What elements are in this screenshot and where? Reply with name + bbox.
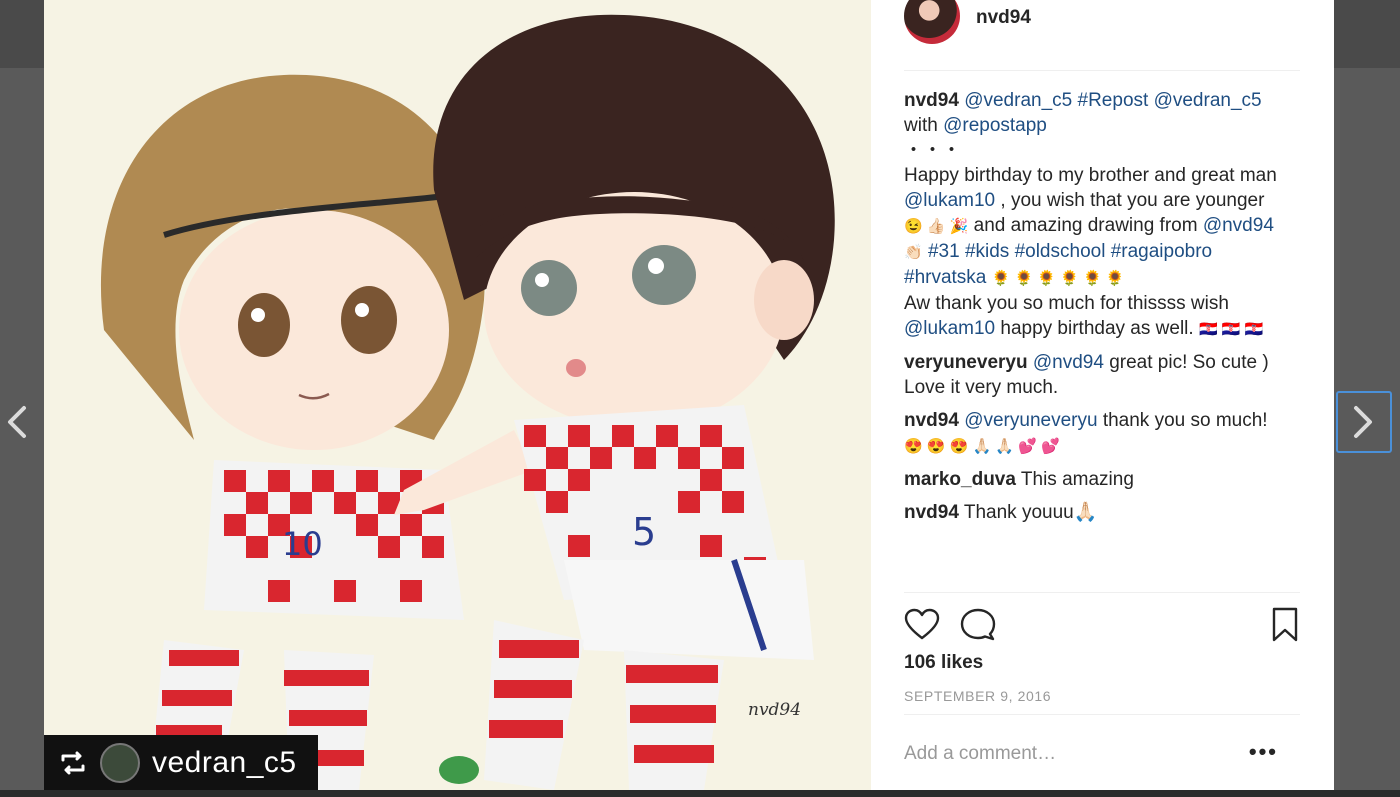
- emoji-text: 🌻 🌻 🌻 🌻 🌻 🌻: [991, 270, 1125, 287]
- author-username[interactable]: nvd94: [976, 7, 1031, 29]
- emoji-text: 😍 😍 😍 🙏🏻 🙏🏻 💕 💕: [904, 438, 1060, 455]
- caption-text: with: [904, 115, 938, 136]
- hashtag-link[interactable]: #Repost: [1078, 90, 1149, 111]
- comment-item: marko_duva This amazing: [904, 467, 1304, 492]
- comment-item: nvd94 @veryuneveryu thank you so much! 😍…: [904, 408, 1304, 459]
- comment-button[interactable]: [960, 607, 996, 643]
- repost-badge[interactable]: vedran_c5: [44, 735, 318, 790]
- save-button[interactable]: [1268, 607, 1304, 643]
- svg-text:5: 5: [632, 510, 656, 554]
- artist-signature: nvd94: [748, 700, 802, 720]
- more-options-button[interactable]: •••: [1249, 741, 1278, 763]
- author-avatar[interactable]: [904, 0, 960, 44]
- comment-text: Love it very much.: [904, 377, 1059, 398]
- emoji-text: 😉 👍🏻 🎉: [904, 218, 969, 235]
- post-date: SEPTEMBER 9, 2016: [904, 688, 1052, 704]
- caption-text: Happy birthday to my brother and great m…: [904, 165, 1277, 186]
- hashtag-link[interactable]: #31 #kids #oldschool #ragaipobro: [928, 241, 1212, 262]
- action-bar: [904, 592, 1300, 642]
- comment-item: nvd94 Thank youuu🙏🏻: [904, 500, 1304, 525]
- caption-dots: ・・・: [904, 140, 962, 161]
- mention-link[interactable]: @vedran_c5: [1154, 90, 1262, 111]
- comment-username[interactable]: nvd94: [904, 410, 959, 431]
- post-image: 10 5: [44, 0, 871, 790]
- emoji-text: 🇭🇷 🇭🇷 🇭🇷: [1198, 321, 1264, 338]
- like-button[interactable]: [904, 607, 940, 643]
- add-comment-input[interactable]: [904, 739, 1244, 769]
- mention-link[interactable]: @nvd94: [1203, 215, 1274, 236]
- caption-text: happy birthday as well.: [1000, 318, 1194, 339]
- caption-text: Aw thank you so much for thissss wish: [904, 293, 1229, 314]
- chevron-left-icon: [8, 406, 26, 438]
- bookmark-icon: [1272, 607, 1298, 642]
- chevron-right-icon: [1354, 406, 1372, 438]
- comment-username[interactable]: veryuneveryu: [904, 352, 1028, 373]
- previous-post-button[interactable]: [2, 400, 36, 444]
- next-post-button[interactable]: [1336, 391, 1392, 453]
- likes-count[interactable]: 106 likes: [904, 652, 983, 674]
- caption-text: and amazing drawing from: [973, 215, 1198, 236]
- post-sidebar: nvd94 nvd94 @vedran_c5 #Repost @vedran_c…: [871, 0, 1334, 790]
- comment-text: This amazing: [1020, 469, 1134, 490]
- caption-text: , you wish that you are younger: [1000, 190, 1265, 211]
- caption: nvd94 @vedran_c5 #Repost @vedran_c5 with…: [904, 88, 1304, 342]
- comment-text: great pic! So cute ): [1109, 352, 1269, 373]
- post-header: nvd94: [904, 0, 1300, 71]
- mention-link[interactable]: @repostapp: [943, 115, 1047, 136]
- overlay-background-bottom: [0, 790, 1400, 797]
- comment-item: veryuneveryu @nvd94 great pic! So cute )…: [904, 350, 1304, 400]
- hashtag-link[interactable]: #hrvatska: [904, 267, 986, 288]
- heart-icon: [904, 608, 940, 640]
- comment-text: Thank youuu🙏🏻: [963, 502, 1098, 523]
- repost-icon: [61, 751, 85, 774]
- repost-username: vedran_c5: [152, 745, 297, 779]
- emoji-text: 👏🏻: [904, 244, 923, 261]
- mention-link[interactable]: @vedran_c5: [964, 90, 1072, 111]
- mention-link[interactable]: @nvd94: [1033, 352, 1104, 373]
- mention-link[interactable]: @lukam10: [904, 318, 995, 339]
- comment-username[interactable]: marko_duva: [904, 469, 1016, 490]
- caption-username[interactable]: nvd94: [904, 90, 959, 111]
- chibi-illustration: 10 5: [44, 0, 871, 790]
- comment-username[interactable]: nvd94: [904, 502, 959, 523]
- mention-link[interactable]: @veryuneveryu: [964, 410, 1097, 431]
- svg-text:10: 10: [282, 525, 323, 563]
- comments-list: nvd94 @vedran_c5 #Repost @vedran_c5 with…: [904, 88, 1304, 533]
- add-comment-section: •••: [904, 714, 1300, 791]
- repost-avatar: [100, 742, 140, 783]
- mention-link[interactable]: @lukam10: [904, 190, 995, 211]
- comment-bubble-icon: [960, 608, 996, 641]
- comment-text: thank you so much!: [1102, 410, 1268, 431]
